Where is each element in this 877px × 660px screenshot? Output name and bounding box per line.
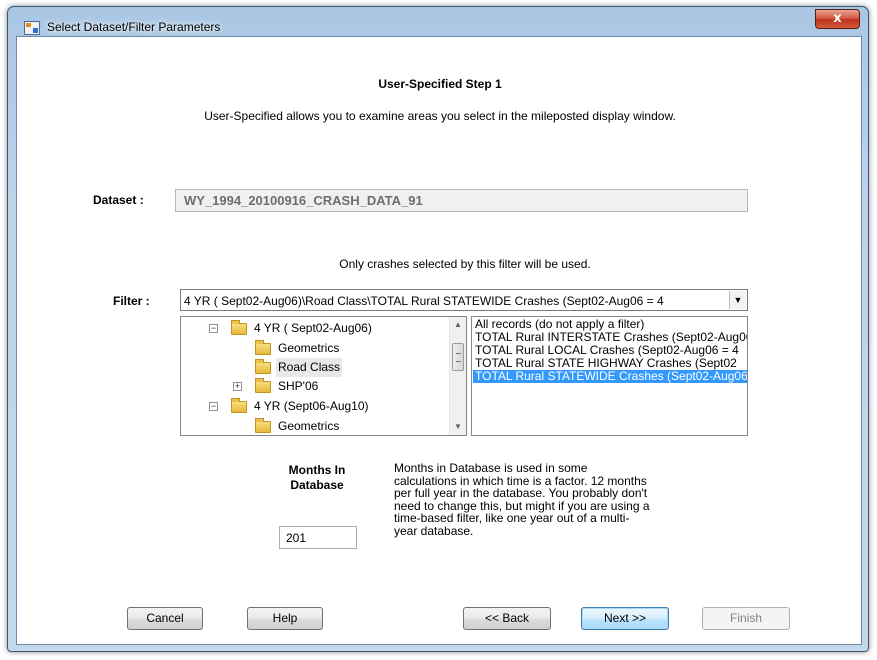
months-label: Months In Database bbox=[262, 463, 372, 493]
collapse-icon[interactable]: − bbox=[209, 402, 218, 411]
tree-node[interactable]: Geometrics bbox=[181, 339, 451, 358]
filter-list-item[interactable]: TOTAL Rural STATE HIGHWAY Crashes (Sept0… bbox=[473, 357, 747, 370]
tree-node[interactable]: Geometrics bbox=[181, 417, 451, 435]
folder-icon bbox=[231, 320, 247, 335]
scroll-thumb[interactable] bbox=[452, 343, 464, 371]
chevron-down-icon[interactable]: ▼ bbox=[729, 291, 746, 309]
window-title: Select Dataset/Filter Parameters bbox=[47, 20, 221, 34]
filter-note: Only crashes selected by this filter wil… bbox=[339, 257, 591, 271]
step-title: User-Specified Step 1 bbox=[378, 77, 502, 91]
scroll-down-icon[interactable]: ▼ bbox=[450, 419, 466, 435]
months-label-line2: Database bbox=[290, 478, 344, 492]
next-button[interactable]: Next >> bbox=[581, 607, 669, 630]
back-button[interactable]: << Back bbox=[463, 607, 551, 630]
folder-icon bbox=[231, 398, 247, 413]
filter-list-item-selected[interactable]: TOTAL Rural STATEWIDE Crashes (Sept02-Au… bbox=[473, 370, 747, 383]
filter-tree[interactable]: − 4 YR ( Sept02-Aug06) Geometrics Road C… bbox=[180, 316, 467, 436]
tree-node-label[interactable]: SHP'06 bbox=[278, 377, 318, 396]
tree-node[interactable]: − 4 YR ( Sept02-Aug06) bbox=[181, 319, 451, 338]
close-button[interactable]: x bbox=[815, 9, 860, 29]
folder-icon bbox=[255, 418, 271, 433]
months-label-line1: Months In bbox=[288, 463, 346, 477]
tree-node-label[interactable]: 4 YR ( Sept02-Aug06) bbox=[254, 319, 372, 338]
tree-node[interactable]: Road Class bbox=[181, 358, 451, 377]
expand-icon[interactable]: + bbox=[233, 382, 242, 391]
collapse-icon[interactable]: − bbox=[209, 324, 218, 333]
filter-label: Filter : bbox=[113, 294, 150, 308]
filter-dropdown[interactable]: 4 YR ( Sept02-Aug06)\Road Class\TOTAL Ru… bbox=[180, 289, 748, 311]
filter-list-item[interactable]: All records (do not apply a filter) bbox=[473, 318, 747, 331]
folder-icon bbox=[255, 378, 271, 393]
tree-scrollbar[interactable]: ▲ ▼ bbox=[449, 317, 466, 435]
months-help-text: Months in Database is used in some calcu… bbox=[394, 461, 650, 538]
months-input[interactable]: 201 bbox=[279, 526, 357, 549]
app-icon bbox=[24, 21, 40, 35]
dataset-field: WY_1994_20100916_CRASH_DATA_91 bbox=[175, 189, 748, 212]
tree-node-label[interactable]: Geometrics bbox=[278, 339, 339, 358]
tree-node-label[interactable]: Geometrics bbox=[278, 417, 339, 435]
tree-node-label[interactable]: 4 YR (Sept06-Aug10) bbox=[254, 397, 369, 416]
cancel-button[interactable]: Cancel bbox=[127, 607, 203, 630]
tree-node-label-selected[interactable]: Road Class bbox=[276, 358, 343, 377]
close-icon: x bbox=[833, 11, 842, 26]
dialog-body: User-Specified Step 1 User-Specified all… bbox=[16, 36, 862, 645]
scroll-up-icon[interactable]: ▲ bbox=[450, 317, 466, 333]
filter-dropdown-value: 4 YR ( Sept02-Aug06)\Road Class\TOTAL Ru… bbox=[184, 294, 664, 308]
dataset-label: Dataset : bbox=[93, 193, 144, 207]
step-description: User-Specified allows you to examine are… bbox=[204, 109, 676, 123]
folder-icon bbox=[255, 340, 271, 355]
filter-list[interactable]: All records (do not apply a filter) TOTA… bbox=[471, 316, 748, 436]
folder-icon bbox=[255, 359, 271, 374]
tree-node[interactable]: − 4 YR (Sept06-Aug10) bbox=[181, 397, 451, 416]
dialog-window: Select Dataset/Filter Parameters x User-… bbox=[7, 6, 869, 652]
help-button[interactable]: Help bbox=[247, 607, 323, 630]
tree-node[interactable]: + SHP'06 bbox=[181, 377, 451, 396]
filter-list-item[interactable]: TOTAL Rural LOCAL Crashes (Sept02-Aug06 … bbox=[473, 344, 747, 357]
finish-button[interactable]: Finish bbox=[702, 607, 790, 630]
filter-list-item[interactable]: TOTAL Rural INTERSTATE Crashes (Sept02-A… bbox=[473, 331, 747, 344]
